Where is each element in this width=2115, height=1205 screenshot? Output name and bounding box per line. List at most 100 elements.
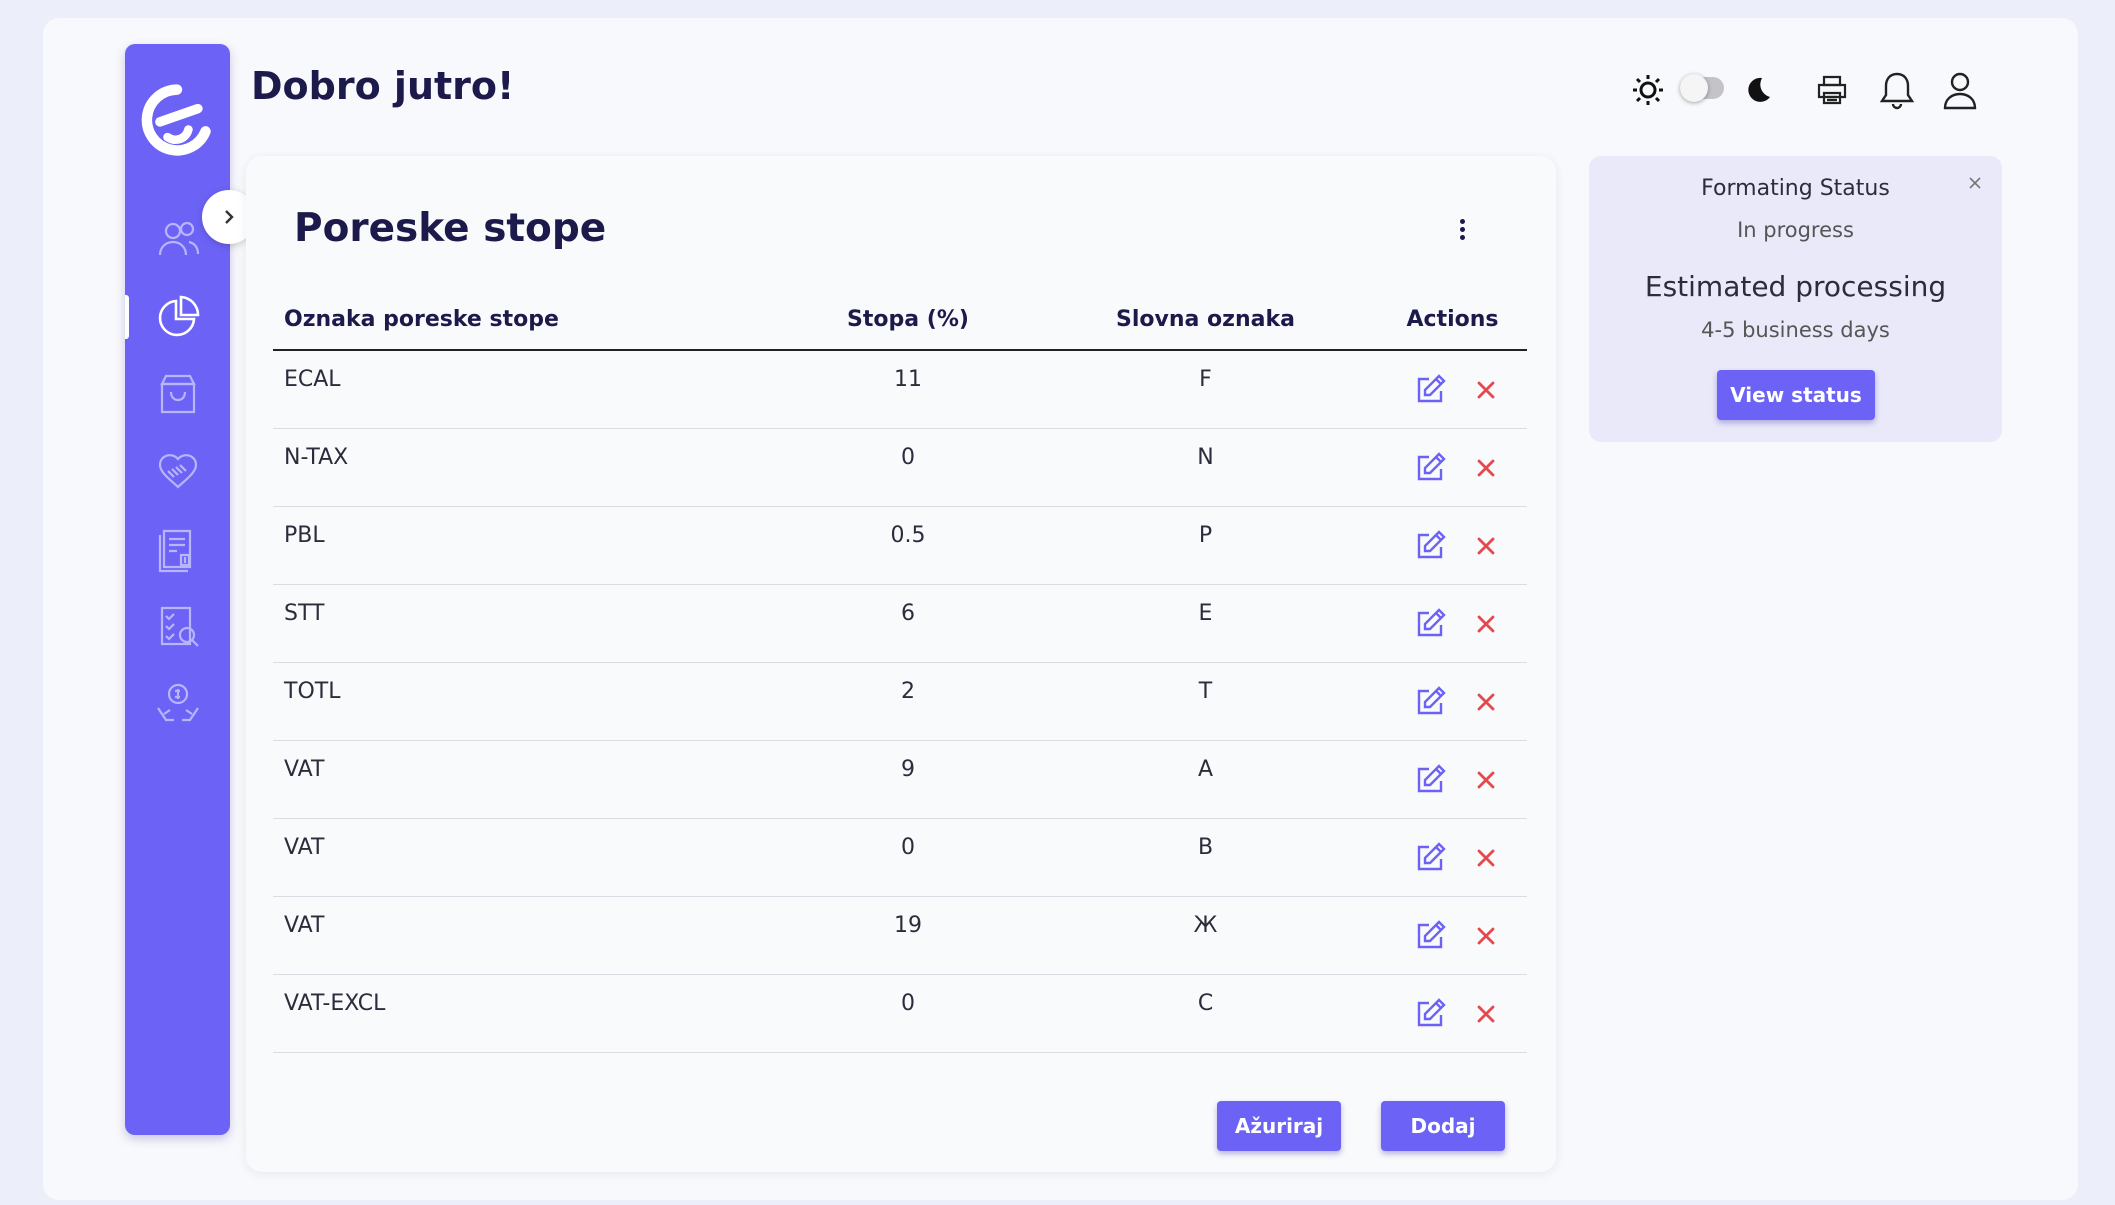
row-actions: [1378, 997, 1527, 1031]
cell-rate: 0: [783, 818, 1033, 897]
cell-rate: 11: [783, 350, 1033, 429]
cell-letter: F: [1033, 350, 1378, 429]
cell-actions: [1378, 818, 1527, 897]
row-actions: [1378, 763, 1527, 797]
cell-rate: 2: [783, 662, 1033, 741]
edit-icon[interactable]: [1413, 763, 1447, 797]
status-title: Formating Status: [1701, 176, 1890, 201]
checklist-search-icon: [160, 606, 199, 647]
cell-rate: 0.5: [783, 506, 1033, 585]
table-row: ECAL 11 F: [273, 350, 1527, 429]
cell-code: ECAL: [273, 350, 783, 429]
cell-letter: E: [1033, 584, 1378, 663]
cell-letter: P: [1033, 506, 1378, 585]
cell-code: VAT: [273, 896, 783, 975]
cell-actions: [1378, 662, 1527, 741]
theme-toggle[interactable]: [1680, 74, 1724, 102]
table-row: N-TAX 0 N: [273, 428, 1527, 507]
theme-toggle-knob: [1680, 74, 1708, 102]
cell-actions: [1378, 506, 1527, 585]
delete-icon[interactable]: [1469, 529, 1503, 563]
sidebar-item-partners[interactable]: [125, 441, 230, 501]
edit-icon[interactable]: [1413, 919, 1447, 953]
table-row: VAT 9 A: [273, 740, 1527, 819]
handshake-icon: [158, 454, 197, 489]
table-row: VAT-EXCL 0 C: [273, 974, 1527, 1053]
delete-icon[interactable]: [1469, 841, 1503, 875]
formatting-status-panel: Formating Status In progress Estimated p…: [1589, 156, 2002, 442]
sidebar-item-finance[interactable]: [125, 674, 230, 734]
row-actions: [1378, 685, 1527, 719]
cell-code: N-TAX: [273, 428, 783, 507]
view-status-button[interactable]: View status: [1717, 370, 1875, 420]
row-actions: [1378, 841, 1527, 875]
cell-code: VAT: [273, 740, 783, 819]
add-button[interactable]: Dodaj: [1381, 1101, 1505, 1151]
cell-code: VAT: [273, 818, 783, 897]
cell-rate: 9: [783, 740, 1033, 819]
delete-icon[interactable]: [1469, 607, 1503, 641]
light-mode-icon: [1630, 72, 1666, 108]
user-profile-button[interactable]: [1938, 68, 1982, 112]
cell-actions: [1378, 584, 1527, 663]
cell-rate: 0: [783, 428, 1033, 507]
edit-icon[interactable]: [1413, 529, 1447, 563]
dark-mode-icon: [1739, 72, 1775, 108]
edit-icon[interactable]: [1413, 841, 1447, 875]
edit-icon[interactable]: [1413, 997, 1447, 1031]
print-button[interactable]: [1812, 70, 1852, 110]
cell-code: TOTL: [273, 662, 783, 741]
sidebar-item-shop[interactable]: [125, 364, 230, 424]
delete-icon[interactable]: [1469, 919, 1503, 953]
shopping-bag-icon: [159, 374, 196, 414]
column-header-actions: Actions: [1378, 290, 1527, 351]
edit-icon[interactable]: [1413, 685, 1447, 719]
cell-letter: T: [1033, 662, 1378, 741]
page-title: Poreske stope: [294, 206, 607, 251]
cell-actions: [1378, 428, 1527, 507]
table-row: STT 6 E: [273, 584, 1527, 663]
app-logo[interactable]: [139, 82, 215, 158]
cell-actions: [1378, 974, 1527, 1053]
column-header-rate: Stopa (%): [783, 290, 1033, 351]
cell-letter: N: [1033, 428, 1378, 507]
status-state: In progress: [1737, 218, 1854, 242]
row-actions: [1378, 529, 1527, 563]
table-row: VAT 0 B: [273, 818, 1527, 897]
delete-icon[interactable]: [1469, 451, 1503, 485]
cell-letter: B: [1033, 818, 1378, 897]
edit-icon[interactable]: [1413, 451, 1447, 485]
more-options-button[interactable]: [1452, 216, 1472, 246]
sidebar-item-reports[interactable]: [125, 287, 230, 347]
cell-code: STT: [273, 584, 783, 663]
edit-icon[interactable]: [1413, 607, 1447, 641]
pie-chart-icon: [158, 295, 199, 337]
column-header-letter: Slovna oznaka: [1033, 290, 1378, 351]
users-icon: [158, 221, 199, 256]
cell-rate: 19: [783, 896, 1033, 975]
cell-letter: C: [1033, 974, 1378, 1053]
row-actions: [1378, 919, 1527, 953]
cell-letter: A: [1033, 740, 1378, 819]
tax-rates-table: Oznaka poreske stope Stopa (%) Slovna oz…: [273, 290, 1527, 1053]
notifications-button[interactable]: [1875, 68, 1919, 112]
invoice-icon: [158, 529, 191, 573]
delete-icon[interactable]: [1469, 685, 1503, 719]
sidebar-item-invoices[interactable]: [125, 519, 230, 579]
cell-rate: 0: [783, 974, 1033, 1053]
delete-icon[interactable]: [1469, 997, 1503, 1031]
column-header-code: Oznaka poreske stope: [273, 290, 783, 351]
delete-icon[interactable]: [1469, 763, 1503, 797]
row-actions: [1378, 373, 1527, 407]
table-header-row: Oznaka poreske stope Stopa (%) Slovna oz…: [273, 290, 1527, 351]
user-icon: [1943, 72, 1977, 110]
tax-rates-card: Poreske stope Oznaka poreske stope Stopa…: [246, 156, 1556, 1172]
sidebar-item-audit[interactable]: [125, 596, 230, 656]
bell-icon: [1879, 72, 1915, 110]
update-button[interactable]: Ažuriraj: [1217, 1101, 1341, 1151]
table-row: VAT 19 Ж: [273, 896, 1527, 975]
cell-actions: [1378, 740, 1527, 819]
chevron-right-icon: [225, 210, 234, 224]
edit-icon[interactable]: [1413, 373, 1447, 407]
delete-icon[interactable]: [1469, 373, 1503, 407]
